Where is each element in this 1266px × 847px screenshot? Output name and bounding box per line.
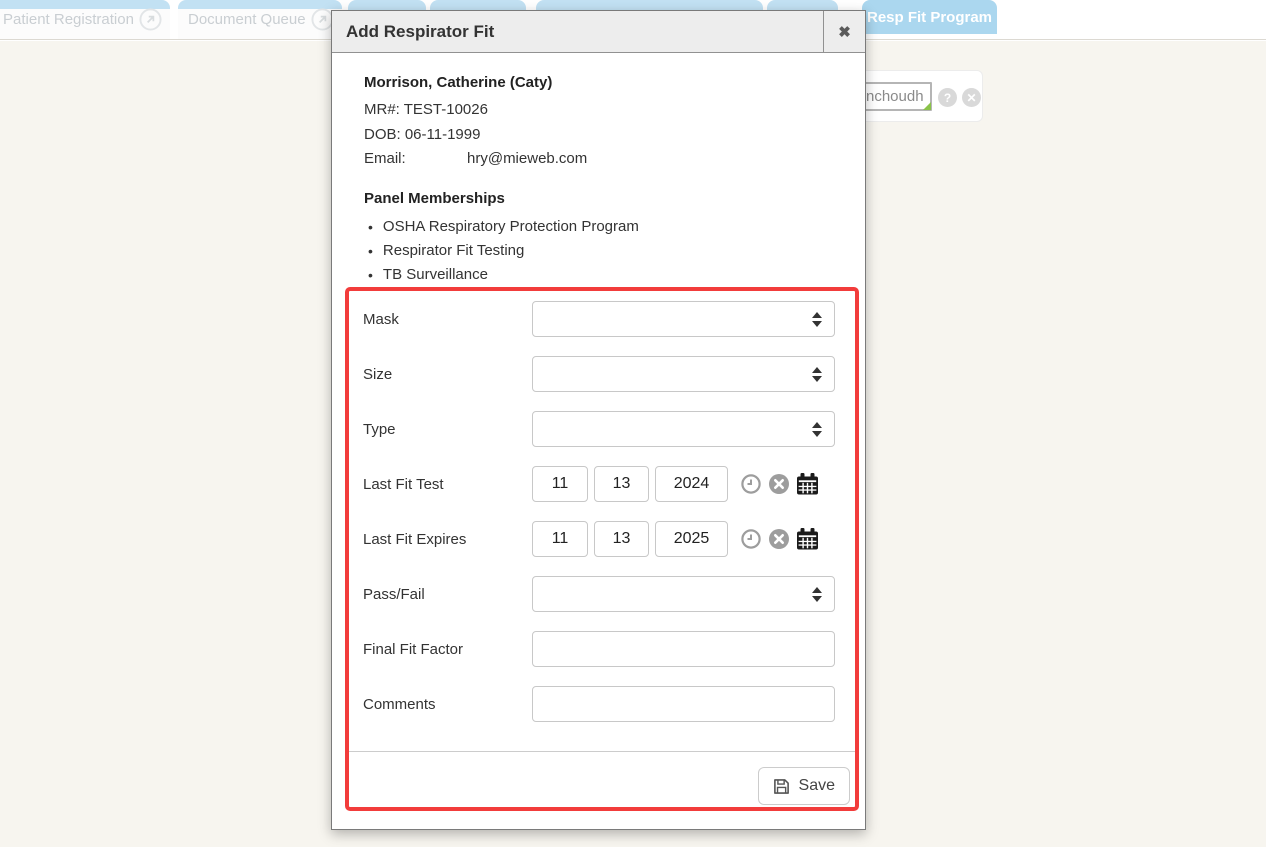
patient-dob: DOB: 06-11-1999 bbox=[364, 123, 865, 148]
last-fit-test-row: Last Fit Test bbox=[363, 466, 855, 502]
tab-label: Document Queue bbox=[188, 11, 305, 28]
calendar-icon[interactable] bbox=[796, 473, 819, 495]
tab-label: Resp Fit Program bbox=[867, 9, 992, 26]
panel-membership-item: • Respirator Fit Testing bbox=[364, 239, 865, 263]
chart-search-panel: ? ✕ bbox=[853, 70, 983, 122]
pass-fail-label: Pass/Fail bbox=[363, 586, 532, 603]
add-respirator-fit-dialog: Add Respirator Fit ✖ Morrison, Catherine… bbox=[331, 10, 866, 830]
clear-glyph: ✕ bbox=[966, 91, 976, 105]
save-button-label: Save bbox=[799, 777, 835, 795]
dialog-header: Add Respirator Fit ✖ bbox=[332, 11, 865, 53]
time-icon[interactable] bbox=[741, 474, 761, 494]
dialog-footer: Save bbox=[349, 752, 855, 805]
final-fit-factor-input[interactable] bbox=[532, 631, 835, 667]
save-button[interactable]: Save bbox=[758, 767, 850, 805]
clear-date-icon[interactable] bbox=[769, 529, 789, 549]
help-glyph: ? bbox=[944, 91, 951, 105]
panel-membership-item: • OSHA Respiratory Protection Program bbox=[364, 215, 865, 239]
panel-membership-label: Respirator Fit Testing bbox=[383, 239, 524, 263]
tab-patient-registration[interactable]: Patient Registration bbox=[0, 0, 170, 39]
email-label: Email: bbox=[364, 147, 467, 172]
comments-row: Comments bbox=[363, 686, 855, 722]
last-fit-test-year-input[interactable] bbox=[655, 466, 728, 502]
panel-membership-item: • TB Surveillance bbox=[364, 263, 865, 287]
type-select[interactable] bbox=[532, 411, 835, 447]
close-icon: ✖ bbox=[838, 23, 851, 41]
bullet-icon: • bbox=[368, 239, 373, 263]
patient-mr-number: MR#: TEST-10026 bbox=[364, 98, 865, 123]
patient-email-row: Email: hry@mieweb.com bbox=[364, 147, 865, 172]
help-icon[interactable]: ? bbox=[938, 88, 957, 107]
last-fit-test-month-input[interactable] bbox=[532, 466, 588, 502]
last-fit-test-day-input[interactable] bbox=[594, 466, 649, 502]
panel-membership-label: TB Surveillance bbox=[383, 263, 488, 287]
tab-label: Patient Registration bbox=[3, 11, 133, 28]
app-window: Patient Registration Document Queue Resp… bbox=[0, 0, 1266, 847]
clear-search-icon[interactable]: ✕ bbox=[962, 88, 981, 107]
last-fit-test-label: Last Fit Test bbox=[363, 476, 532, 493]
dialog-title: Add Respirator Fit bbox=[332, 11, 823, 52]
bullet-icon: • bbox=[368, 215, 373, 239]
patient-name: Morrison, Catherine (Caty) bbox=[364, 73, 865, 93]
size-label: Size bbox=[363, 366, 532, 383]
pass-fail-select[interactable] bbox=[532, 576, 835, 612]
comments-label: Comments bbox=[363, 696, 532, 713]
dialog-body: Morrison, Catherine (Caty) MR#: TEST-100… bbox=[332, 53, 865, 287]
pass-fail-row: Pass/Fail bbox=[363, 576, 855, 612]
calendar-icon[interactable] bbox=[796, 528, 819, 550]
email-value: hry@mieweb.com bbox=[467, 147, 587, 172]
mask-select[interactable] bbox=[532, 301, 835, 337]
bullet-icon: • bbox=[368, 263, 373, 287]
size-select[interactable] bbox=[532, 356, 835, 392]
save-icon bbox=[773, 778, 790, 795]
mask-row: Mask bbox=[363, 301, 855, 337]
respirator-fit-form: Mask Size Type Last Fit Test bbox=[345, 287, 859, 811]
size-row: Size bbox=[363, 356, 855, 392]
final-fit-factor-row: Final Fit Factor bbox=[363, 631, 855, 667]
tab-document-queue[interactable]: Document Queue bbox=[178, 0, 342, 39]
type-label: Type bbox=[363, 421, 532, 438]
tab-resp-fit-program[interactable]: Resp Fit Program bbox=[862, 0, 997, 34]
mask-label: Mask bbox=[363, 311, 532, 328]
last-fit-expires-day-input[interactable] bbox=[594, 521, 649, 557]
clear-date-icon[interactable] bbox=[769, 474, 789, 494]
panel-membership-label: OSHA Respiratory Protection Program bbox=[383, 215, 639, 239]
select-arrows-icon bbox=[812, 367, 822, 382]
last-fit-expires-label: Last Fit Expires bbox=[363, 531, 532, 548]
type-row: Type bbox=[363, 411, 855, 447]
time-icon[interactable] bbox=[741, 529, 761, 549]
select-arrows-icon bbox=[812, 587, 822, 602]
close-button[interactable]: ✖ bbox=[823, 11, 865, 52]
comments-input[interactable] bbox=[532, 686, 835, 722]
search-input[interactable] bbox=[860, 82, 932, 111]
panel-memberships-heading: Panel Memberships bbox=[364, 189, 865, 209]
final-fit-factor-label: Final Fit Factor bbox=[363, 641, 532, 658]
select-arrows-icon bbox=[812, 312, 822, 327]
last-fit-expires-month-input[interactable] bbox=[532, 521, 588, 557]
last-fit-expires-year-input[interactable] bbox=[655, 521, 728, 557]
select-arrows-icon bbox=[812, 422, 822, 437]
open-in-new-window-icon[interactable] bbox=[139, 8, 162, 35]
last-fit-expires-row: Last Fit Expires bbox=[363, 521, 855, 557]
